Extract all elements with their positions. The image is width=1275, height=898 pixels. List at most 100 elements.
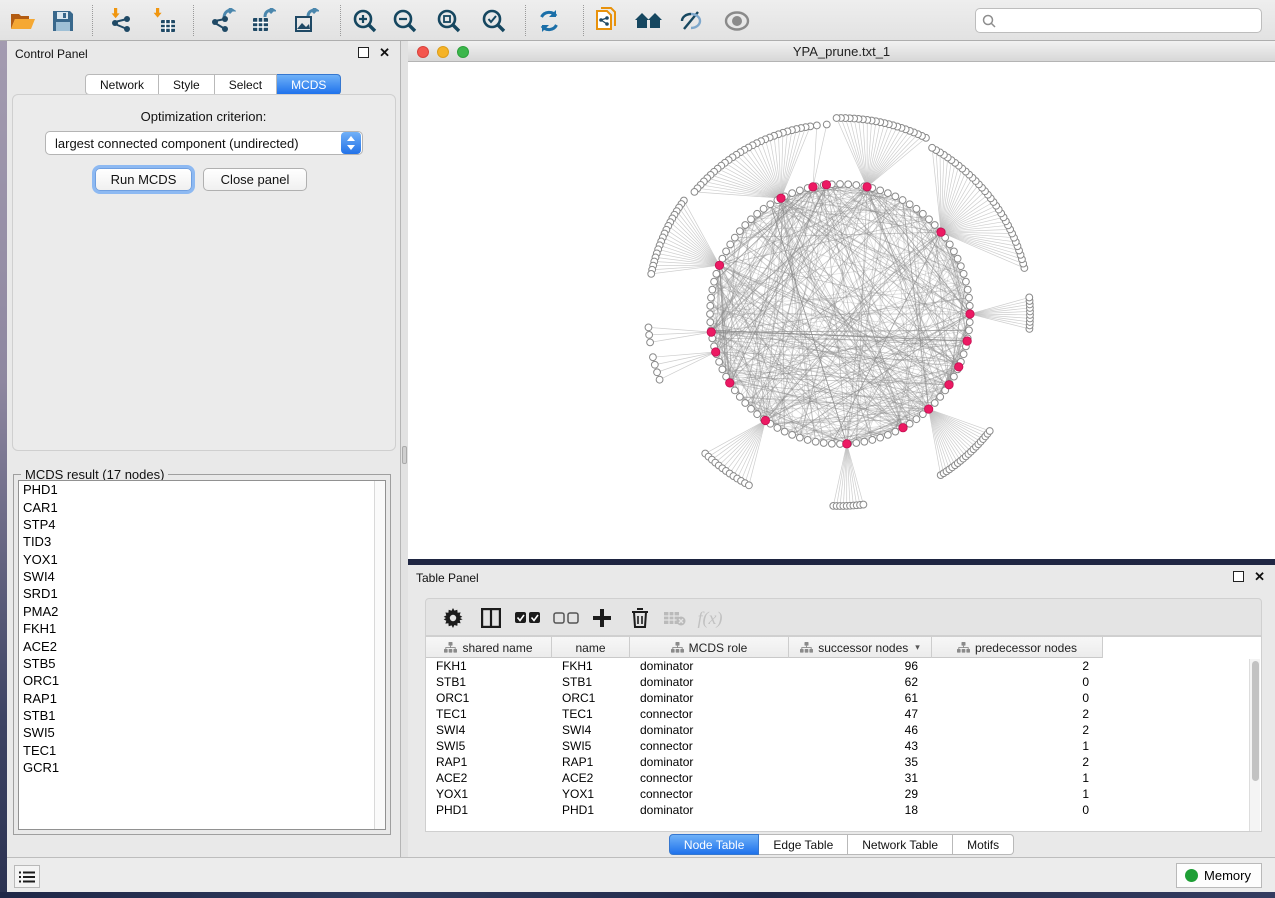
list-item[interactable]: CAR1 [19, 498, 385, 515]
criterion-dropdown[interactable]: largest connected component (undirected) [45, 131, 363, 155]
network-window-title: YPA_prune.txt_1 [408, 44, 1275, 59]
list-item[interactable]: ORC1 [19, 672, 385, 689]
table-row[interactable]: FKH1FKH1dominator962 [426, 658, 1261, 674]
table-row[interactable]: TEC1TEC1connector472 [426, 706, 1261, 722]
list-item[interactable]: STB5 [19, 655, 385, 672]
tab-edge-table[interactable]: Edge Table [759, 834, 848, 855]
list-item[interactable]: ACE2 [19, 637, 385, 654]
network-window-titlebar[interactable]: YPA_prune.txt_1 [408, 41, 1275, 62]
export-image-icon[interactable] [288, 4, 322, 37]
table-cell: 18 [789, 802, 932, 818]
delete-column-trash-icon[interactable] [624, 602, 656, 634]
close-window-icon[interactable] [417, 46, 429, 58]
memory-button[interactable]: Memory [1176, 863, 1262, 888]
control-panel-title: Control Panel [15, 47, 88, 61]
table-cell: SWI4 [426, 722, 552, 738]
list-item[interactable]: SRD1 [19, 585, 385, 602]
tab-network[interactable]: Network [85, 74, 159, 95]
delete-table-icon [659, 602, 691, 634]
task-history-button[interactable] [14, 865, 40, 888]
select-all-rows-icon[interactable] [512, 602, 544, 634]
table-row[interactable]: ACE2ACE2connector311 [426, 770, 1261, 786]
zoom-in-icon[interactable] [348, 4, 382, 37]
list-item[interactable]: STB1 [19, 707, 385, 724]
hide-selected-icon[interactable] [675, 4, 709, 37]
float-table-panel-icon[interactable] [1233, 571, 1244, 582]
mcds-result-list[interactable]: PHD1CAR1STP4TID3YOX1SWI4SRD1PMA2FKH1ACE2… [18, 480, 386, 830]
tab-style[interactable]: Style [159, 74, 215, 95]
export-table-icon[interactable] [245, 4, 279, 37]
table-scrollbar[interactable] [1249, 659, 1260, 831]
create-column-icon[interactable] [586, 602, 618, 634]
table-row[interactable]: RAP1RAP1dominator352 [426, 754, 1261, 770]
search-field[interactable] [975, 8, 1262, 33]
new-network-from-selection-icon[interactable] [589, 4, 623, 37]
table-row[interactable]: PHD1PHD1dominator180 [426, 802, 1261, 818]
list-item[interactable]: SWI5 [19, 724, 385, 741]
memory-label: Memory [1204, 868, 1251, 883]
table-cell: ACE2 [552, 770, 630, 786]
column-header-name[interactable]: name [552, 637, 630, 658]
table-cell: 29 [789, 786, 932, 802]
list-item[interactable]: PHD1 [19, 481, 385, 498]
column-header-predecessor-nodes[interactable]: predecessor nodes [932, 637, 1103, 658]
table-row[interactable]: SWI5SWI5connector431 [426, 738, 1261, 754]
tab-node-table[interactable]: Node Table [669, 834, 760, 855]
tab-select[interactable]: Select [215, 74, 277, 95]
table-row[interactable]: SWI4SWI4dominator462 [426, 722, 1261, 738]
deselect-all-rows-icon[interactable] [550, 602, 582, 634]
list-item[interactable]: TID3 [19, 533, 385, 550]
zoom-out-icon[interactable] [388, 4, 422, 37]
splitter-handle[interactable] [402, 446, 407, 464]
close-panel-icon[interactable]: ✕ [379, 47, 390, 58]
tab-network-table[interactable]: Network Table [848, 834, 953, 855]
vertical-splitter[interactable] [401, 41, 408, 857]
close-panel-button[interactable]: Close panel [203, 168, 307, 191]
toolbar-separator [583, 5, 584, 36]
save-session-icon[interactable] [46, 4, 80, 37]
refresh-icon[interactable] [532, 4, 566, 37]
table-settings-gear-icon[interactable] [437, 602, 469, 634]
network-graph[interactable] [408, 62, 1275, 559]
column-header-shared-name[interactable]: shared name [426, 637, 552, 658]
zoom-fit-icon[interactable] [432, 4, 466, 37]
table-cell: dominator [630, 658, 789, 674]
list-item[interactable]: YOX1 [19, 551, 385, 568]
show-column-panel-icon[interactable] [475, 602, 507, 634]
list-item[interactable]: RAP1 [19, 690, 385, 707]
list-item[interactable]: TEC1 [19, 742, 385, 759]
export-network-icon[interactable] [205, 4, 239, 37]
import-table-icon[interactable] [148, 4, 182, 37]
list-item[interactable]: GCR1 [19, 759, 385, 776]
close-table-panel-icon[interactable]: ✕ [1254, 571, 1265, 582]
tab-mcds[interactable]: MCDS [277, 74, 341, 95]
zoom-selected-icon[interactable] [477, 4, 511, 37]
home-icon[interactable] [632, 4, 666, 37]
show-all-icon[interactable] [720, 4, 754, 37]
float-panel-icon[interactable] [358, 47, 369, 58]
table-cell: dominator [630, 754, 789, 770]
minimize-window-icon[interactable] [437, 46, 449, 58]
table-row[interactable]: STB1STB1dominator620 [426, 674, 1261, 690]
maximize-window-icon[interactable] [457, 46, 469, 58]
list-item[interactable]: PMA2 [19, 603, 385, 620]
import-network-icon[interactable] [104, 4, 138, 37]
table-cell: 2 [932, 706, 1103, 722]
search-input[interactable] [996, 14, 1261, 28]
table-row[interactable]: YOX1YOX1connector291 [426, 786, 1261, 802]
table-cell: ORC1 [552, 690, 630, 706]
list-item[interactable]: STP4 [19, 516, 385, 533]
open-file-icon[interactable] [6, 4, 40, 37]
table-cell: 0 [932, 802, 1103, 818]
column-header-successor-nodes[interactable]: successor nodes▾ [789, 637, 932, 658]
list-icon [19, 871, 35, 883]
tab-motifs[interactable]: Motifs [953, 834, 1014, 855]
result-list-scrollbar[interactable] [374, 481, 385, 829]
list-item[interactable]: SWI4 [19, 568, 385, 585]
list-item[interactable]: FKH1 [19, 620, 385, 637]
table-row[interactable]: ORC1ORC1dominator610 [426, 690, 1261, 706]
network-canvas[interactable] [408, 62, 1275, 559]
toolbar-separator [193, 5, 194, 36]
column-header-MCDS-role[interactable]: MCDS role [630, 637, 789, 658]
run-mcds-button[interactable]: Run MCDS [95, 168, 192, 191]
